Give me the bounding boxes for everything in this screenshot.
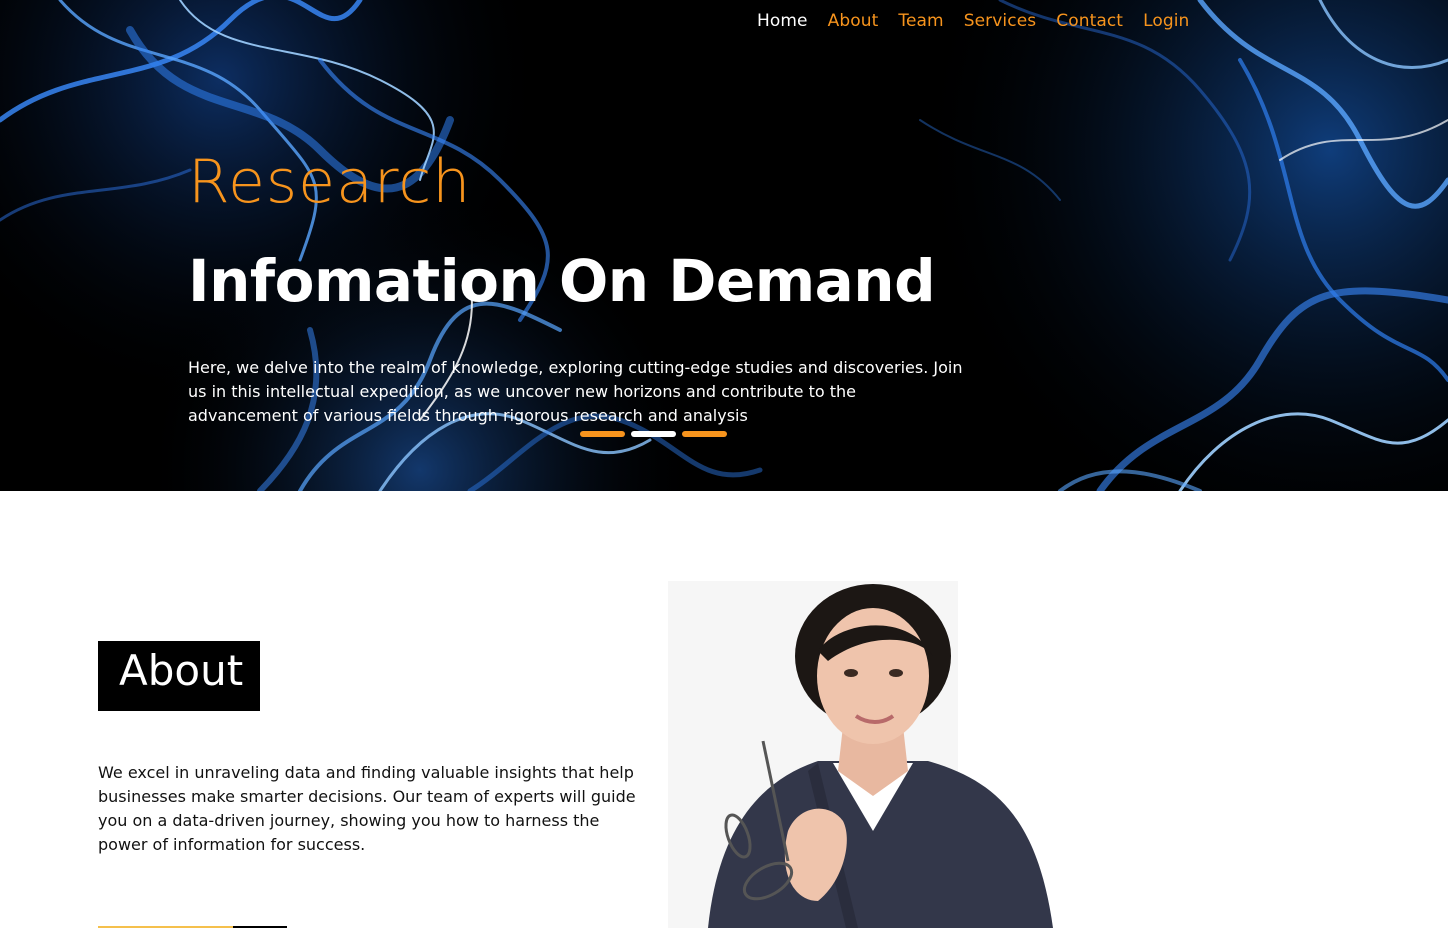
main-nav: Home About Team Services Contact Login bbox=[757, 9, 1209, 33]
nav-home-link[interactable]: Home bbox=[757, 9, 808, 33]
slide-indicator-2[interactable] bbox=[631, 431, 676, 437]
businesswoman-portrait-image bbox=[668, 581, 1080, 928]
hero-description: Here, we delve into the realm of knowled… bbox=[188, 358, 963, 425]
nav-services-link[interactable]: Services bbox=[964, 9, 1037, 33]
nav-login-link[interactable]: Login bbox=[1143, 9, 1189, 33]
nav-team-link[interactable]: Team bbox=[898, 9, 943, 33]
about-heading: About bbox=[98, 641, 260, 711]
nav-contact-link[interactable]: Contact bbox=[1056, 9, 1123, 33]
about-description: We excel in unraveling data and finding … bbox=[98, 763, 636, 854]
hero-eyebrow: Research bbox=[188, 147, 472, 217]
hero-banner: Home About Team Services Contact Login R… bbox=[0, 0, 1448, 491]
slide-indicator-3[interactable] bbox=[682, 431, 727, 437]
nav-about-link[interactable]: About bbox=[828, 9, 879, 33]
slide-indicator-1[interactable] bbox=[580, 431, 625, 437]
hero-title: Infomation On Demand bbox=[188, 247, 936, 315]
slider-indicators bbox=[580, 431, 727, 437]
